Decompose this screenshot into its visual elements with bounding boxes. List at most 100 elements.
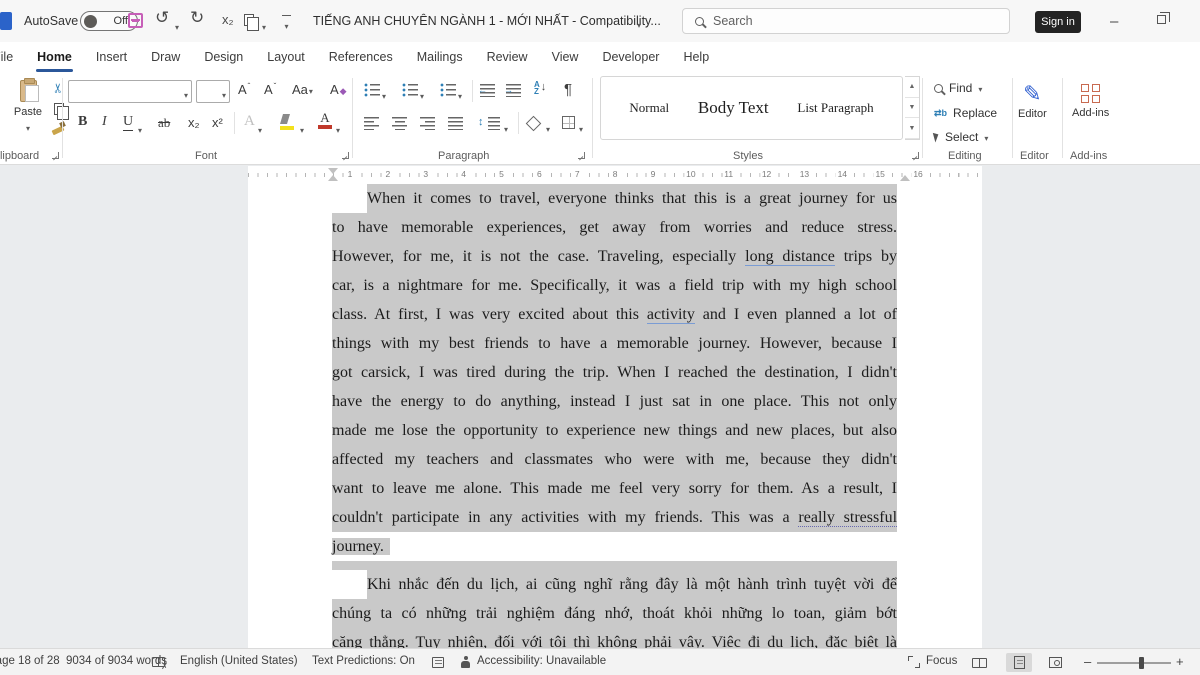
subscript-qat-icon[interactable]: x₂ — [222, 12, 234, 27]
tab-mailings[interactable]: Mailings — [405, 42, 475, 72]
paste-special-icon[interactable] — [244, 14, 254, 26]
increase-indent-icon[interactable]: → — [506, 83, 522, 97]
undo-chevron-icon[interactable] — [175, 17, 179, 35]
tab-review[interactable]: Review — [475, 42, 540, 72]
text-line[interactable]: Khi nhắc đến du lịch, ai cũng nghĩ rằng … — [367, 570, 897, 599]
italic-icon[interactable]: I — [102, 114, 107, 130]
replace-button[interactable]: ⇄b Replace — [934, 106, 997, 120]
accessibility-status[interactable]: Accessibility: Unavailable — [477, 655, 606, 667]
text-line[interactable]: When it comes to travel, everyone thinks… — [367, 184, 897, 213]
qat-overflow-icon[interactable] — [282, 15, 291, 34]
style-normal[interactable]: Normal — [629, 100, 669, 116]
styles-scrollbar[interactable]: ▲ ▼ ▼ — [905, 76, 920, 140]
align-center-icon[interactable] — [392, 116, 408, 130]
line-spacing-chevron-icon[interactable] — [504, 119, 508, 137]
web-layout-button[interactable] — [1042, 653, 1068, 672]
text-line[interactable]: to have memorable experiences, get away … — [332, 213, 897, 242]
font-color-icon[interactable]: A — [318, 112, 332, 129]
grow-font-icon[interactable]: Aˆ — [238, 82, 250, 97]
change-case-icon[interactable]: Aa — [292, 82, 313, 97]
text-line[interactable]: chúng ta có những trải nghiệm đáng nhớ, … — [332, 599, 897, 628]
clipboard-dialog-launcher[interactable] — [52, 152, 59, 159]
select-button[interactable]: Select — [934, 130, 988, 144]
hanging-indent-marker[interactable] — [328, 175, 338, 181]
paragraph[interactable]: When it comes to travel, everyone thinks… — [332, 184, 897, 561]
align-right-icon[interactable] — [420, 116, 436, 130]
borders-chevron-icon[interactable] — [579, 119, 583, 137]
document-title[interactable]: TIẾNG ANH CHUYÊN NGÀNH 1 - MỚI NHẤT - Co… — [313, 14, 661, 28]
find-button[interactable]: Find — [934, 81, 982, 95]
text-line[interactable]: have the energy to do anything, instead … — [332, 387, 897, 416]
text-line[interactable]: couldn't participate in any activities w… — [332, 503, 897, 532]
document-area[interactable]: When it comes to travel, everyone thinks… — [0, 184, 1200, 648]
font-size-combo[interactable] — [196, 80, 230, 103]
paste-button[interactable]: Paste — [6, 78, 50, 146]
horizontal-ruler[interactable]: 12345678910111213141516 — [0, 166, 1200, 184]
styles-scroll-up-icon[interactable]: ▲ — [905, 77, 919, 98]
text-line[interactable]: affected my teachers and classmates who … — [332, 445, 897, 474]
paste-special-chevron-icon[interactable] — [262, 17, 266, 35]
proofing-errors-icon[interactable] — [152, 657, 165, 667]
first-line-indent-marker[interactable] — [328, 168, 338, 174]
styles-scroll-down-icon[interactable]: ▼ — [905, 98, 919, 119]
minimize-icon[interactable]: – — [1110, 13, 1118, 30]
text-effects-icon[interactable]: A — [244, 113, 255, 130]
shading-chevron-icon[interactable] — [546, 119, 550, 137]
font-color-chevron-icon[interactable] — [336, 120, 340, 138]
text-line[interactable]: want to leave me alone. This made me fee… — [332, 474, 897, 503]
save-icon[interactable] — [128, 13, 143, 28]
read-mode-button[interactable] — [966, 653, 992, 672]
zoom-in-icon[interactable]: + — [1176, 654, 1184, 669]
line-spacing-icon[interactable]: ↕ — [478, 116, 484, 128]
tab-references[interactable]: References — [317, 42, 405, 72]
language-indicator[interactable]: English (United States) — [180, 655, 298, 667]
paragraph[interactable]: Khi nhắc đến du lịch, ai cũng nghĩ rằng … — [332, 570, 897, 648]
tab-insert[interactable]: Insert — [84, 42, 139, 72]
highlight-color-icon[interactable] — [280, 114, 294, 130]
focus-icon[interactable] — [908, 656, 920, 668]
undo-icon[interactable]: ↺ — [155, 8, 169, 28]
superscript-icon[interactable]: x² — [212, 115, 223, 130]
restore-icon[interactable] — [1157, 15, 1166, 24]
text-line[interactable]: made me lose the opportunity to experien… — [332, 416, 897, 445]
shading-icon[interactable] — [526, 116, 542, 132]
text-line[interactable]: car, is a nightmare for me. Specifically… — [332, 271, 897, 300]
zoom-slider-handle[interactable] — [1139, 657, 1144, 669]
text-effects-chevron-icon[interactable] — [258, 120, 262, 138]
tab-layout[interactable]: Layout — [255, 42, 317, 72]
multilevel-list-icon[interactable] — [440, 83, 456, 97]
subscript-icon[interactable]: x₂ — [188, 115, 200, 130]
document-page[interactable]: When it comes to travel, everyone thinks… — [248, 184, 982, 648]
bold-icon[interactable]: B — [78, 114, 87, 130]
text-line[interactable]: got carsick, I was tired during the trip… — [332, 358, 897, 387]
strikethrough-icon[interactable]: ab — [158, 115, 170, 131]
styles-dialog-launcher[interactable] — [912, 152, 919, 159]
text-predictions[interactable]: Text Predictions: On — [312, 655, 415, 667]
addins-button[interactable]: Add-ins — [1072, 84, 1109, 119]
style-list-paragraph[interactable]: List Paragraph — [797, 100, 873, 116]
tab-draw[interactable]: Draw — [139, 42, 192, 72]
font-name-combo[interactable] — [68, 80, 192, 103]
highlight-chevron-icon[interactable] — [300, 120, 304, 138]
tab-help[interactable]: Help — [671, 42, 721, 72]
paragraph-dialog-launcher[interactable] — [578, 152, 585, 159]
page-indicator[interactable]: Page 18 of 28 — [0, 655, 60, 667]
multilevel-chevron-icon[interactable] — [458, 86, 462, 104]
text-line[interactable]: things with my best friends to have a me… — [332, 329, 897, 358]
text-line[interactable]: journey. — [332, 532, 897, 561]
accessibility-icon[interactable] — [460, 656, 471, 668]
numbering-icon[interactable] — [402, 83, 418, 97]
font-dialog-launcher[interactable] — [342, 152, 349, 159]
decrease-indent-icon[interactable]: ← — [480, 83, 496, 97]
align-left-icon[interactable] — [364, 116, 380, 130]
redo-icon[interactable]: ↻ — [190, 8, 204, 28]
focus-label[interactable]: Focus — [926, 655, 957, 667]
page-text[interactable]: When it comes to travel, everyone thinks… — [332, 184, 897, 648]
shrink-font-icon[interactable]: Aˇ — [264, 82, 276, 97]
bullets-icon[interactable] — [364, 83, 380, 97]
tab-view[interactable]: View — [540, 42, 591, 72]
print-layout-button[interactable] — [1006, 653, 1032, 672]
underline-chevron-icon[interactable] — [138, 120, 142, 138]
underline-icon[interactable]: U — [123, 114, 133, 131]
borders-icon[interactable] — [562, 116, 575, 129]
